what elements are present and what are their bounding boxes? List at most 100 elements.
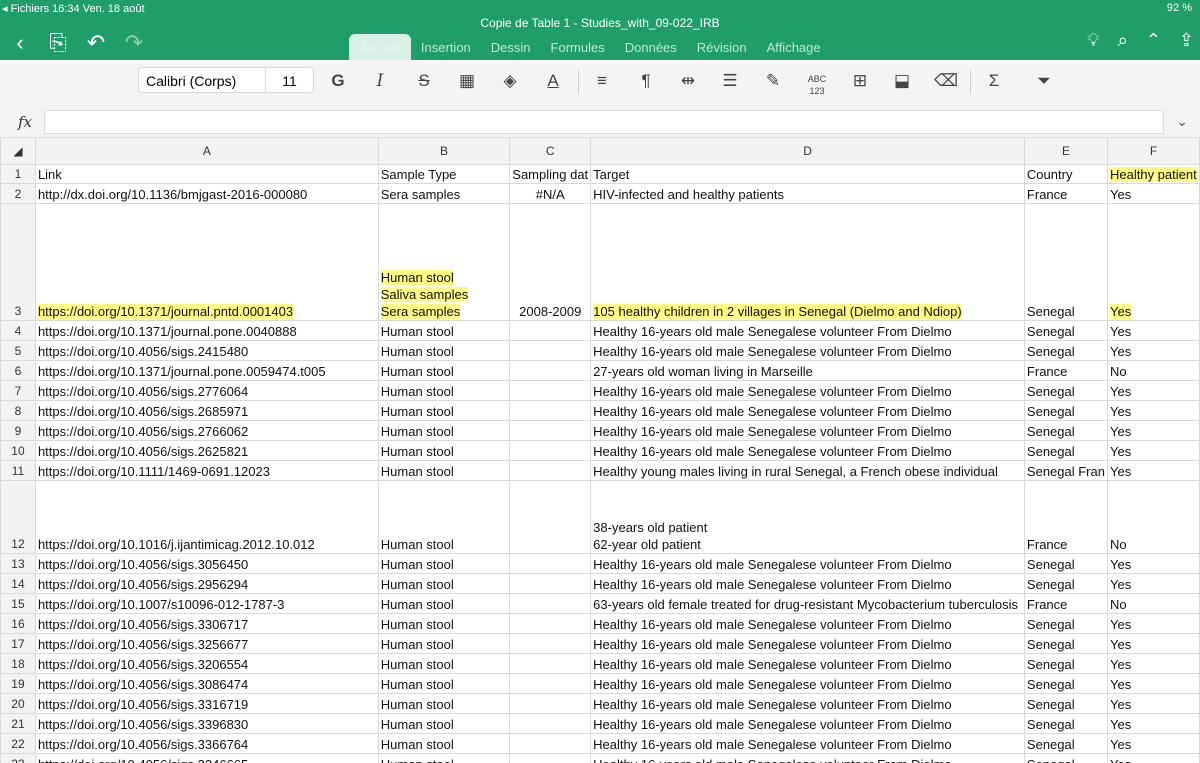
merge-icon[interactable]: ☰ xyxy=(714,68,746,94)
cell[interactable]: https://doi.org/10.4056/sigs.3396830 xyxy=(34,713,379,734)
search-icon[interactable]: ⌕ xyxy=(1118,30,1128,51)
formula-input[interactable] xyxy=(44,110,1164,134)
cell[interactable] xyxy=(509,633,592,654)
cell[interactable] xyxy=(509,573,592,594)
cell[interactable]: Human stool xyxy=(377,400,511,421)
cell[interactable]: Senegal xyxy=(1023,633,1108,654)
cell[interactable]: Human stool xyxy=(377,420,511,441)
cell[interactable]: Senegal xyxy=(1023,713,1108,734)
cell[interactable]: Yes xyxy=(1106,553,1200,574)
cell[interactable]: Human stool xyxy=(377,340,511,361)
spreadsheet-grid[interactable]: ◢ A B C D E F 1 Link Sample Type Sampling d… xyxy=(0,137,1200,763)
cell[interactable]: HIV-infected and healthy patients xyxy=(590,183,1025,204)
row-header[interactable]: 14 xyxy=(0,573,36,594)
row-header[interactable]: 9 xyxy=(0,420,36,441)
row-header[interactable]: 5 xyxy=(0,340,36,361)
cell[interactable]: https://doi.org/10.4056/sigs.2956294 xyxy=(34,573,379,594)
autosum-button[interactable]: Σ xyxy=(978,68,1010,94)
italic-button[interactable]: I xyxy=(364,68,396,94)
bold-button[interactable]: G xyxy=(322,68,354,94)
cell[interactable] xyxy=(509,320,592,341)
cell[interactable]: Healthy 16-years old male Senegalese vol… xyxy=(590,573,1025,594)
cell[interactable]: Healthy 16-years old male Senegalese vol… xyxy=(590,553,1025,574)
cell[interactable]: Yes xyxy=(1106,183,1200,204)
cell[interactable]: Human stool xyxy=(377,653,511,674)
cell[interactable]: Human stool xyxy=(377,573,511,594)
cell[interactable]: https://doi.org/10.1371/journal.pone.005… xyxy=(34,360,379,381)
cell[interactable]: Senegal xyxy=(1023,380,1108,401)
cell[interactable] xyxy=(509,360,592,381)
cell[interactable] xyxy=(509,480,592,554)
back-icon[interactable]: ‹ xyxy=(8,30,32,56)
cell[interactable]: France xyxy=(1023,183,1108,204)
cell[interactable]: Human stool xyxy=(377,733,511,754)
cell[interactable]: Senegal xyxy=(1023,753,1108,763)
cell[interactable]: Target xyxy=(590,164,1025,184)
cell[interactable] xyxy=(509,440,592,461)
cell[interactable]: No xyxy=(1106,360,1200,381)
cell[interactable]: Human stool xyxy=(377,380,511,401)
insert-cells-icon[interactable]: ⊞ xyxy=(844,68,876,94)
cell[interactable]: Link xyxy=(34,164,379,184)
cell[interactable]: Senegal xyxy=(1023,613,1108,634)
cell[interactable] xyxy=(509,733,592,754)
cell[interactable]: Human stool xyxy=(377,480,511,554)
redo-icon[interactable]: ↷ xyxy=(122,30,146,56)
borders-icon[interactable]: ▦ xyxy=(451,68,483,94)
font-color-icon[interactable]: A xyxy=(537,68,569,94)
cell[interactable]: Healthy 16-years old male Senegalese vol… xyxy=(590,613,1025,634)
row-header[interactable]: 13 xyxy=(0,553,36,574)
strikethrough-button[interactable]: S xyxy=(408,68,440,94)
cell[interactable]: 27-years old woman living in Marseille xyxy=(590,360,1025,381)
cell[interactable]: Senegal xyxy=(1023,653,1108,674)
column-header-f[interactable]: F xyxy=(1106,137,1200,165)
row-header[interactable]: 18 xyxy=(0,653,36,674)
cell[interactable]: Yes xyxy=(1106,400,1200,421)
row-header[interactable]: 3 xyxy=(0,203,36,321)
chevron-down-icon[interactable]: ⌄ xyxy=(1176,113,1188,130)
row-header[interactable]: 7 xyxy=(0,380,36,401)
row-header[interactable]: 10 xyxy=(0,440,36,461)
cell[interactable]: 38-years old patient 62-year old patient xyxy=(590,480,1025,554)
cell[interactable]: Human stool xyxy=(377,633,511,654)
cell[interactable]: Yes xyxy=(1106,613,1200,634)
cell[interactable]: Senegal xyxy=(1023,733,1108,754)
cell[interactable]: Healthy 16-years old male Senegalese vol… xyxy=(590,380,1025,401)
cell[interactable]: Healthy 16-years old male Senegalese vol… xyxy=(590,340,1025,361)
cell[interactable]: https://doi.org/10.4056/sigs.3256677 xyxy=(34,633,379,654)
cell[interactable]: http://dx.doi.org/10.1136/bmjgast-2016-0… xyxy=(34,183,379,204)
cell[interactable]: https://doi.org/10.1371/journal.pntd.000… xyxy=(34,203,379,321)
cell[interactable]: Yes xyxy=(1106,713,1200,734)
paragraph-icon[interactable]: ¶ xyxy=(630,68,662,94)
share-icon[interactable]: ⇪ xyxy=(1179,30,1194,51)
row-header[interactable]: 12 xyxy=(0,480,36,554)
cell[interactable]: #N/A xyxy=(509,183,592,204)
cell[interactable]: Healthy 16-years old male Senegalese vol… xyxy=(590,633,1025,654)
cell[interactable]: No xyxy=(1106,593,1200,614)
cell[interactable]: https://doi.org/10.1111/1469-0691.12023 xyxy=(34,460,379,481)
cell[interactable] xyxy=(509,420,592,441)
cell[interactable]: https://doi.org/10.4056/sigs.2776064 xyxy=(34,380,379,401)
clear-icon[interactable]: ⌫ xyxy=(930,68,962,94)
cell[interactable]: Healthy young males living in rural Sene… xyxy=(590,460,1025,481)
cell[interactable]: Yes xyxy=(1106,203,1200,321)
cell[interactable]: Yes xyxy=(1106,320,1200,341)
cell[interactable] xyxy=(509,593,592,614)
cell[interactable]: France xyxy=(1023,480,1108,554)
cell[interactable]: Country xyxy=(1023,164,1108,184)
cell[interactable]: Human stool xyxy=(377,440,511,461)
cell[interactable]: Sample Type xyxy=(377,164,511,184)
select-all-corner[interactable]: ◢ xyxy=(0,137,36,165)
fill-color-icon[interactable]: ◈ xyxy=(494,68,526,94)
row-header[interactable]: 1 xyxy=(0,164,36,184)
align-icon[interactable]: ≡ xyxy=(586,68,618,94)
cell[interactable] xyxy=(509,673,592,694)
cell[interactable]: Healthy patient xyxy=(1106,164,1200,184)
cell[interactable] xyxy=(509,753,592,763)
wrap-text-icon[interactable]: ⇹ xyxy=(672,68,704,94)
row-header[interactable]: 8 xyxy=(0,400,36,421)
cell[interactable]: Healthy 16-years old male Senegalese vol… xyxy=(590,320,1025,341)
cell[interactable] xyxy=(509,613,592,634)
cell[interactable]: Healthy 16-years old male Senegalese vol… xyxy=(590,693,1025,714)
cell[interactable]: Senegal xyxy=(1023,673,1108,694)
